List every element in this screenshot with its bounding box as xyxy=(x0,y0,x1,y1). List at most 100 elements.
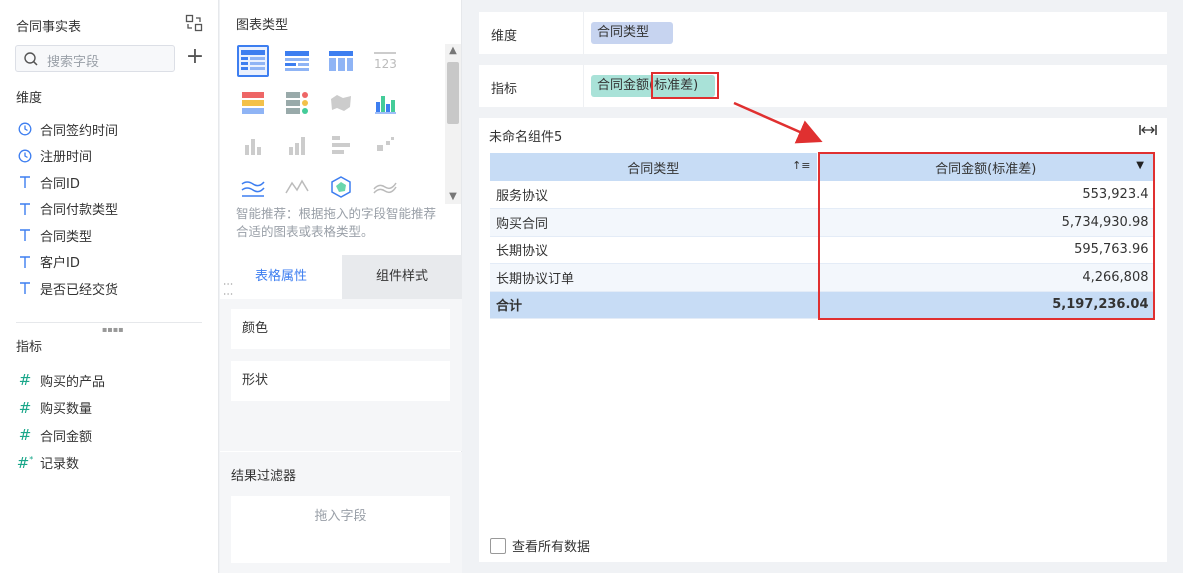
column-highlight-box xyxy=(818,152,1155,320)
chart-type-indicator-icon[interactable] xyxy=(281,87,313,119)
search-input[interactable]: 搜索字段 xyxy=(15,45,175,72)
dimension-field-label: 合同签约时间 xyxy=(40,123,119,139)
component-title[interactable]: 未命名组件5 xyxy=(489,126,562,145)
chart-type-radar-icon[interactable] xyxy=(325,171,357,203)
dimension-field-label: 合同ID xyxy=(40,176,80,192)
bar-separator xyxy=(583,12,584,54)
expand-width-icon[interactable] xyxy=(1139,124,1157,140)
hash-icon: # xyxy=(18,426,32,444)
add-field-button[interactable]: + xyxy=(185,46,205,70)
chart-type-line-icon[interactable] xyxy=(237,171,269,203)
metric-field-label: 记录数 xyxy=(40,457,80,472)
metric-field[interactable]: # 购买数量 xyxy=(16,397,92,419)
chart-type-cross-table-icon[interactable] xyxy=(325,45,357,77)
resize-handle[interactable]: ▪▪▪▪ xyxy=(102,325,124,334)
chart-type-scatter-icon[interactable] xyxy=(369,129,401,161)
chart-type-area-line-icon[interactable] xyxy=(281,171,313,203)
dimension-field-label: 是否已经交货 xyxy=(40,282,119,298)
aggregation-highlight-box xyxy=(651,72,719,99)
hash-icon: # xyxy=(18,398,32,417)
metric-field-label: 购买的产品 xyxy=(40,374,106,390)
dimension-field-label: 客户ID xyxy=(40,256,80,271)
view-all-checkbox[interactable] xyxy=(490,537,506,554)
component-card: 未命名组件5 合同类型 ↑≡ 合同金额(标准差) ▼ 服务协议 553,923.4… xyxy=(479,118,1167,562)
chart-type-table-icon[interactable] xyxy=(237,45,269,77)
dimension-field[interactable]: 注册时间 xyxy=(16,145,92,167)
dimension-field[interactable]: 客户ID xyxy=(16,251,80,273)
text-t-icon xyxy=(16,226,34,244)
chart-type-label: 图表类型 xyxy=(236,18,289,33)
chart-type-group-table-icon[interactable] xyxy=(281,45,313,77)
bar-separator xyxy=(583,65,584,107)
cell-contract-type: 长期协议订单 xyxy=(490,263,817,292)
clock-icon xyxy=(16,120,34,138)
clock-icon xyxy=(16,147,34,165)
chart-type-horizontal-bar-icon[interactable] xyxy=(325,129,357,161)
dimension-field[interactable]: 合同类型 xyxy=(16,224,92,246)
switch-dataset-icon[interactable] xyxy=(185,14,203,32)
dimension-field[interactable]: 合同ID xyxy=(16,171,80,193)
chart-type-map-icon[interactable] xyxy=(325,87,357,119)
smart-recommend-hint: 智能推荐：根据拖入的字段智能推荐合适的图表或表格类型。 xyxy=(236,206,437,239)
chart-type-wave-icon[interactable] xyxy=(369,171,401,203)
result-filter-title: 结果过滤器 xyxy=(231,469,297,484)
svg-text:123: 123 xyxy=(374,57,397,71)
text-t-icon xyxy=(16,200,34,218)
sort-icon[interactable]: ↑≡ xyxy=(792,159,810,172)
editor-area: 维度 合同类型 指标 合同金额(标准差) 未命名组件5 合同类型 ↑≡ 合同金额… xyxy=(463,0,1183,573)
metrics-section-label: 指标 xyxy=(16,340,43,355)
hash-icon: # xyxy=(18,371,32,389)
metric-field[interactable]: # 购买的产品 xyxy=(16,369,105,391)
view-all-label: 查看所有数据 xyxy=(512,540,591,555)
scroll-up-icon[interactable]: ▲ xyxy=(445,44,461,58)
section-divider xyxy=(16,322,202,323)
chart-type-scrollbar[interactable]: ▲ ▼ xyxy=(445,44,461,204)
view-all-data[interactable]: 查看所有数据 xyxy=(490,536,590,555)
dimension-field-label: 注册时间 xyxy=(40,150,93,165)
cell-contract-type: 服务协议 xyxy=(490,181,817,209)
text-t-icon xyxy=(16,253,34,271)
tab-component-style[interactable]: 组件样式 xyxy=(342,255,462,299)
metric-field-label: 合同金额 xyxy=(40,429,93,445)
dimension-pill[interactable]: 合同类型 xyxy=(591,22,673,44)
tab-table-properties[interactable]: 表格属性 xyxy=(220,255,342,299)
shape-property[interactable]: 形状 xyxy=(231,361,450,401)
dimension-field[interactable]: 是否已经交货 xyxy=(16,277,118,299)
total-label: 合计 xyxy=(490,291,817,319)
text-t-icon xyxy=(16,173,34,191)
chart-type-kpi-number-icon[interactable]: 123 xyxy=(369,45,401,77)
metric-bar: 指标 合同金额(标准差) xyxy=(479,65,1167,107)
chart-type-multi-bar-icon[interactable] xyxy=(369,87,401,119)
metric-field[interactable]: #* 记录数 xyxy=(16,452,79,474)
chart-type-bar-icon[interactable] xyxy=(237,129,269,161)
metric-pill-name: 合同金额 xyxy=(597,78,650,93)
chart-type-color-table-icon[interactable] xyxy=(237,87,269,119)
result-filter-section: 结果过滤器 拖入字段 xyxy=(220,452,462,573)
search-placeholder: 搜索字段 xyxy=(47,55,100,70)
scroll-down-icon[interactable]: ▼ xyxy=(445,190,461,204)
dimension-field-label: 合同付款类型 xyxy=(40,203,119,218)
chart-config-panel: 图表类型 123 ▲ ▼ 智能推荐：根据拖入的字段智能推荐合适的图表或表格类型。… xyxy=(220,0,462,573)
property-area: 颜色 形状 xyxy=(220,299,462,451)
column-header-type[interactable]: 合同类型 ↑≡ xyxy=(490,153,818,181)
scrollbar-thumb[interactable] xyxy=(447,62,459,124)
chart-type-column-icon[interactable] xyxy=(281,129,313,161)
hash-star-icon: #* xyxy=(16,453,34,472)
dimension-field[interactable]: 合同付款类型 xyxy=(16,198,118,220)
metric-field[interactable]: # 合同金额 xyxy=(16,424,92,446)
property-tabs: 表格属性 组件样式 xyxy=(220,255,462,299)
dimension-bar-label: 维度 xyxy=(491,29,518,44)
metric-bar-label: 指标 xyxy=(491,82,518,97)
dimension-field[interactable]: 合同签约时间 xyxy=(16,118,118,140)
filter-drop-zone[interactable]: 拖入字段 xyxy=(231,496,450,563)
panel-resize-grip[interactable]: ⋮⋮ xyxy=(222,279,233,299)
cell-contract-type: 长期协议 xyxy=(490,236,817,264)
text-t-icon xyxy=(16,279,34,297)
metric-field-label: 购买数量 xyxy=(40,402,93,417)
dimensions-section-label: 维度 xyxy=(16,91,43,106)
dimension-field-label: 合同类型 xyxy=(40,229,93,245)
column-header-label: 合同类型 xyxy=(627,161,680,177)
cell-contract-type: 购买合同 xyxy=(490,208,817,237)
color-property[interactable]: 颜色 xyxy=(231,309,450,349)
dimension-bar: 维度 合同类型 xyxy=(479,12,1167,54)
